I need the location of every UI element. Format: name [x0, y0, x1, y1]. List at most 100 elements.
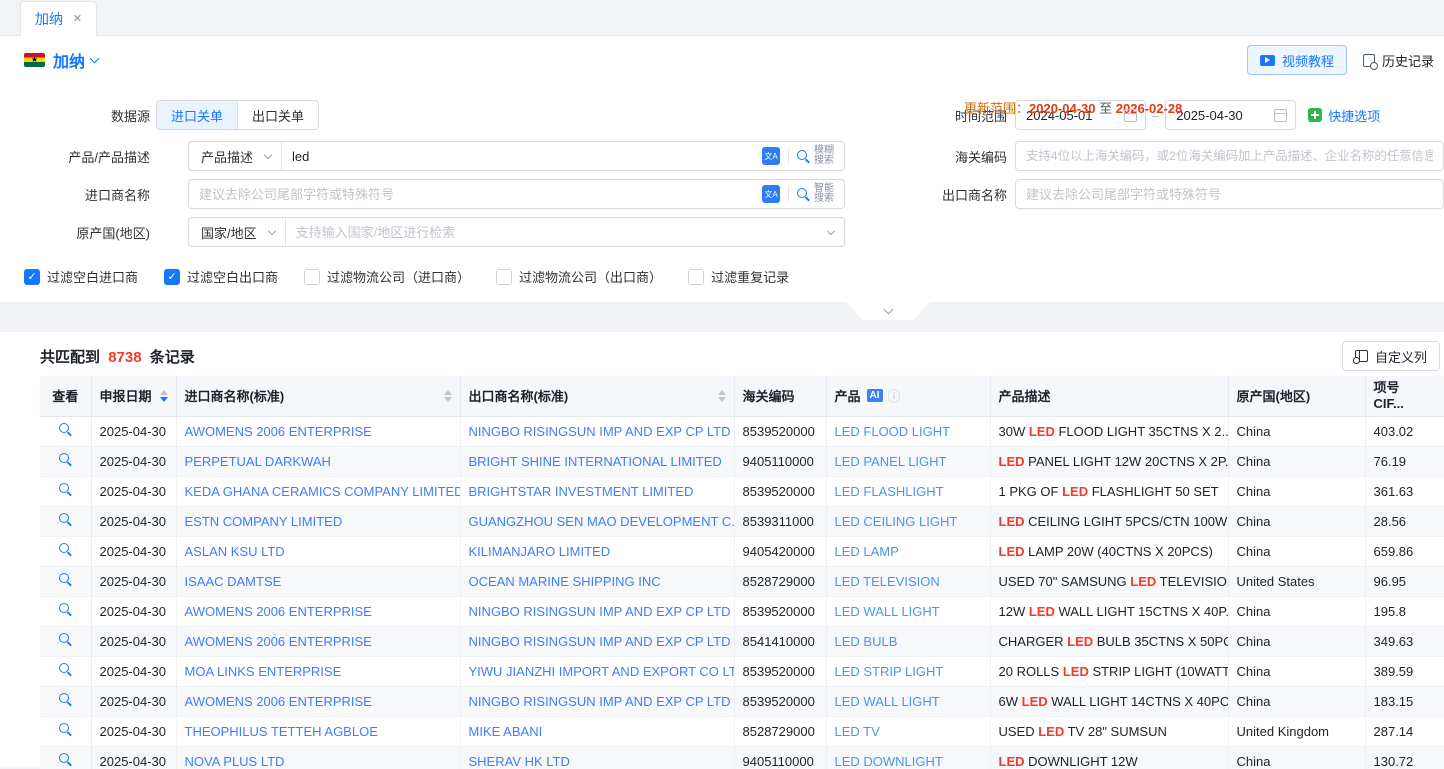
view-record-button[interactable] [59, 603, 72, 616]
product-link[interactable]: LED PANEL LIGHT [835, 454, 947, 469]
history-icon [1363, 54, 1375, 67]
end-date-input[interactable] [1176, 108, 1268, 123]
sort-icons [444, 390, 452, 402]
product-field-select[interactable]: 产品描述 [189, 142, 282, 170]
product-link[interactable]: LED CEILING LIGHT [835, 514, 958, 529]
translate-icon[interactable]: 文A [762, 147, 780, 165]
quick-options-button[interactable]: 快捷选项 [1308, 106, 1380, 125]
hs-code-cell: 8528729000 [734, 566, 826, 596]
product-search-input[interactable] [282, 142, 762, 170]
history-button[interactable]: 历史记录 [1363, 51, 1434, 70]
importer-link[interactable]: AWOMENS 2006 ENTERPRISE [185, 694, 372, 709]
fuzzy-search-button[interactable]: 模糊搜索 [797, 146, 834, 167]
smart-search-button[interactable]: 智能搜索 [797, 184, 834, 205]
view-record-button[interactable] [59, 453, 72, 466]
importer-cell: AWOMENS 2006 ENTERPRISE [176, 416, 460, 446]
product-link[interactable]: LED WALL LIGHT [835, 604, 940, 619]
info-icon[interactable]: ⓘ [888, 386, 901, 405]
filter-checkbox[interactable]: 过滤空白出口商 [164, 267, 278, 286]
view-record-button[interactable] [59, 543, 72, 556]
product-link[interactable]: LED TELEVISION [835, 574, 940, 589]
end-date-picker[interactable] [1165, 100, 1296, 130]
importer-link[interactable]: ISAAC DAMTSE [185, 574, 282, 589]
customize-columns-button[interactable]: 自定义列 [1342, 341, 1440, 371]
view-record-button[interactable] [59, 663, 72, 676]
view-record-button[interactable] [59, 573, 72, 586]
exporter-link[interactable]: NINGBO RISINGSUN IMP AND EXP CP LTD [469, 634, 731, 649]
importer-link[interactable]: PERPETUAL DARKWAH [185, 454, 331, 469]
product-link[interactable]: LED FLOOD LIGHT [835, 424, 951, 439]
product-link[interactable]: LED LAMP [835, 544, 899, 559]
exporter-link[interactable]: OCEAN MARINE SHIPPING INC [469, 574, 661, 589]
view-record-button[interactable] [59, 483, 72, 496]
desc-text: TELEVISION [1156, 574, 1228, 589]
importer-link[interactable]: NOVA PLUS LTD [185, 754, 285, 769]
exporter-link[interactable]: MIKE ABANI [469, 724, 543, 739]
col-item-cif[interactable]: 项号CIF... [1365, 376, 1444, 416]
product-link[interactable]: LED STRIP LIGHT [835, 664, 944, 679]
exporter-link[interactable]: SHERAV HK LTD [469, 754, 570, 769]
datasource-segmented: 进口关单 出口关单 [156, 100, 319, 130]
chevron-down-icon[interactable] [827, 226, 835, 234]
view-record-button[interactable] [59, 633, 72, 646]
exporter-link[interactable]: YIWU JIANZHI IMPORT AND EXPORT CO LTD [469, 664, 735, 679]
datasource-export-option[interactable]: 出口关单 [237, 101, 318, 129]
checkbox-icon[interactable] [304, 269, 320, 285]
video-tutorial-button[interactable]: 视频教程 [1247, 45, 1347, 75]
col-date[interactable]: 申报日期 [91, 376, 176, 416]
product-link[interactable]: LED TV [835, 724, 880, 739]
chevron-down-icon[interactable] [90, 53, 100, 63]
col-exporter[interactable]: 出口商名称(标准) [460, 376, 734, 416]
checkbox-icon[interactable] [164, 269, 180, 285]
product-link[interactable]: LED BULB [835, 634, 898, 649]
view-cell [40, 446, 91, 476]
filter-checkbox[interactable]: 过滤物流公司（出口商） [496, 267, 662, 286]
exporter-link[interactable]: BRIGHT SHINE INTERNATIONAL LIMITED [469, 454, 722, 469]
table-row: 2025-04-30ESTN COMPANY LIMITEDGUANGZHOU … [40, 506, 1444, 536]
view-record-button[interactable] [59, 723, 72, 736]
filter-checkbox[interactable]: 过滤物流公司（进口商） [304, 267, 470, 286]
declaration-date-cell: 2025-04-30 [91, 596, 176, 626]
close-icon[interactable]: × [73, 11, 82, 26]
declaration-date-cell: 2025-04-30 [91, 716, 176, 746]
importer-link[interactable]: AWOMENS 2006 ENTERPRISE [185, 604, 372, 619]
exporter-cell: NINGBO RISINGSUN IMP AND EXP CP LTD [460, 626, 734, 656]
checkbox-icon[interactable] [688, 269, 704, 285]
exporter-input[interactable] [1016, 180, 1443, 208]
importer-link[interactable]: ESTN COMPANY LIMITED [185, 514, 343, 529]
importer-link[interactable]: THEOPHILUS TETTEH AGBLOE [185, 724, 378, 739]
view-record-button[interactable] [59, 513, 72, 526]
view-record-button[interactable] [59, 693, 72, 706]
datasource-import-option[interactable]: 进口关单 [157, 101, 237, 129]
exporter-link[interactable]: NINGBO RISINGSUN IMP AND EXP CP LTD [469, 424, 731, 439]
exporter-link[interactable]: KILIMANJARO LIMITED [469, 544, 611, 559]
hs-code-input[interactable] [1016, 142, 1443, 170]
cif-cell: 287.14 [1365, 716, 1444, 746]
origin-search-input[interactable] [286, 218, 828, 246]
product-link[interactable]: LED WALL LIGHT [835, 694, 940, 709]
importer-link[interactable]: MOA LINKS ENTERPRISE [185, 664, 342, 679]
filter-checkbox[interactable]: 过滤空白进口商 [24, 267, 138, 286]
exporter-link[interactable]: BRIGHTSTAR INVESTMENT LIMITED [469, 484, 694, 499]
filter-checkbox[interactable]: 过滤重复记录 [688, 267, 789, 286]
origin-field-select[interactable]: 国家/地区 [189, 218, 286, 246]
importer-input[interactable] [189, 180, 762, 208]
exporter-link[interactable]: NINGBO RISINGSUN IMP AND EXP CP LTD [469, 694, 731, 709]
table-row: 2025-04-30 AWOMENS 2006 ENTERPRISE NINGBO … [40, 596, 1444, 626]
exporter-link[interactable]: GUANGZHOU SEN MAO DEVELOPMENT C... [469, 514, 735, 529]
importer-link[interactable]: KEDA GHANA CERAMICS COMPANY LIMITED [185, 484, 461, 499]
tab-ghana[interactable]: 加纳 × [20, 1, 97, 36]
product-link[interactable]: LED DOWNLIGHT [835, 754, 943, 769]
importer-link[interactable]: AWOMENS 2006 ENTERPRISE [185, 634, 372, 649]
translate-icon[interactable]: 文A [762, 185, 780, 203]
col-importer[interactable]: 进口商名称(标准) [176, 376, 460, 416]
product-link[interactable]: LED FLASHLIGHT [835, 484, 944, 499]
collapse-filters-button[interactable] [846, 302, 930, 320]
importer-link[interactable]: ASLAN KSU LTD [185, 544, 285, 559]
view-record-button[interactable] [59, 423, 72, 436]
checkbox-icon[interactable] [24, 269, 40, 285]
exporter-link[interactable]: NINGBO RISINGSUN IMP AND EXP CP LTD [469, 604, 731, 619]
view-record-button[interactable] [59, 753, 72, 766]
checkbox-icon[interactable] [496, 269, 512, 285]
importer-link[interactable]: AWOMENS 2006 ENTERPRISE [185, 424, 372, 439]
